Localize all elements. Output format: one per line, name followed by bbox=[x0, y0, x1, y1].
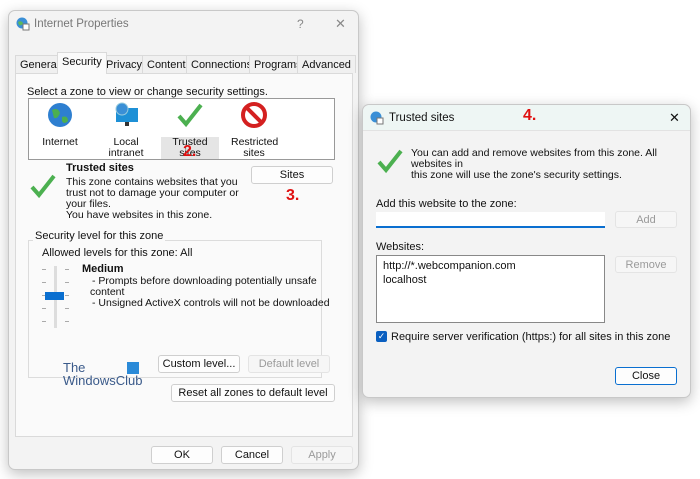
trusted-checkmark-icon bbox=[30, 174, 56, 199]
info-text: You can add and remove websites from thi… bbox=[411, 148, 690, 181]
dialog-title: Internet Properties bbox=[34, 18, 129, 30]
watermark-logo: The WindowsClub bbox=[63, 361, 142, 387]
websites-list[interactable]: http://*.webcompanion.com localhost bbox=[376, 255, 605, 323]
custom-level-button[interactable]: Custom level... bbox=[158, 355, 240, 373]
select-zone-label: Select a zone to view or change security… bbox=[27, 86, 268, 98]
cancel-button[interactable]: Cancel bbox=[221, 446, 283, 464]
remove-button[interactable]: Remove bbox=[615, 256, 677, 273]
level-desc-line: - Unsigned ActiveX controls will not be … bbox=[92, 297, 330, 309]
desc-line: You have websites in this zone. bbox=[66, 209, 213, 221]
tab-advanced[interactable]: Advanced bbox=[297, 55, 356, 73]
sites-button[interactable]: Sites bbox=[251, 166, 333, 184]
restricted-icon bbox=[241, 102, 267, 128]
slider-thumb[interactable] bbox=[45, 292, 64, 300]
annotation-3: 3. bbox=[286, 187, 300, 204]
info-line: You can add and remove websites from thi… bbox=[411, 147, 657, 170]
tab-connections[interactable]: Connections bbox=[186, 55, 258, 73]
security-level-group-label: Security level for this zone bbox=[33, 230, 166, 242]
zone-description: This zone contains websites that you tru… bbox=[66, 177, 239, 221]
dialog-title: Trusted sites bbox=[389, 112, 455, 124]
zone-restricted-sites[interactable]: Restricted sites bbox=[231, 101, 279, 159]
zone-label: Internet bbox=[42, 136, 78, 148]
reset-all-zones-button[interactable]: Reset all zones to default level bbox=[171, 384, 335, 402]
tab-security[interactable]: Security bbox=[57, 52, 107, 74]
zone-internet[interactable]: Internet bbox=[37, 101, 83, 148]
apply-button[interactable]: Apply bbox=[291, 446, 353, 464]
security-level-slider[interactable] bbox=[41, 266, 71, 328]
zone-label: Restricted sites bbox=[231, 136, 279, 159]
close-button[interactable]: ✕ bbox=[669, 110, 680, 126]
add-website-input[interactable] bbox=[376, 212, 605, 228]
require-https-label[interactable]: Require server verification (https:) for… bbox=[391, 331, 670, 343]
annotation-2: 2. bbox=[183, 143, 197, 160]
close-button[interactable]: ✕ bbox=[335, 16, 346, 32]
tab-privacy[interactable]: Privacy bbox=[101, 55, 148, 73]
annotation-4: 4. bbox=[523, 107, 537, 124]
website-item[interactable]: http://*.webcompanion.com bbox=[383, 259, 598, 273]
intranet-icon bbox=[115, 102, 138, 126]
checkmark-icon bbox=[177, 103, 203, 128]
close-dialog-button[interactable]: Close bbox=[615, 367, 677, 385]
zone-local-intranet[interactable]: Local intranet bbox=[95, 101, 157, 159]
level-name: Medium bbox=[82, 263, 124, 275]
add-website-label: Add this website to the zone: bbox=[376, 198, 517, 210]
default-level-button[interactable]: Default level bbox=[248, 355, 330, 373]
title-bar: Internet Properties ? ✕ bbox=[9, 11, 358, 37]
globe-icon bbox=[48, 103, 72, 127]
level-desc-line: - Prompts before downloading potentially… bbox=[92, 275, 317, 287]
website-item[interactable]: localhost bbox=[383, 273, 598, 287]
allowed-levels-label: Allowed levels for this zone: All bbox=[42, 247, 193, 259]
websites-label: Websites: bbox=[376, 241, 425, 253]
add-button[interactable]: Add bbox=[615, 211, 677, 228]
level-description: - Prompts before downloading potentially… bbox=[90, 275, 330, 309]
checkmark-icon bbox=[377, 149, 403, 174]
info-line: this zone will use the zone's security s… bbox=[411, 169, 622, 181]
ok-button[interactable]: OK bbox=[151, 446, 213, 464]
help-button[interactable]: ? bbox=[297, 17, 304, 31]
tab-content[interactable]: Content bbox=[142, 55, 191, 73]
internet-properties-dialog: Internet Properties ? ✕ General Security… bbox=[8, 10, 359, 470]
internet-properties-icon bbox=[16, 17, 30, 31]
zone-heading: Trusted sites bbox=[66, 162, 134, 174]
trusted-sites-icon bbox=[370, 111, 384, 125]
windows-logo-icon bbox=[127, 362, 139, 374]
trusted-sites-dialog: Trusted sites ✕ You can add and remove w… bbox=[362, 104, 691, 398]
require-https-checkbox[interactable]: ✓ bbox=[376, 331, 387, 342]
watermark-line: WindowsClub bbox=[63, 373, 143, 388]
zone-label: Local intranet bbox=[108, 136, 144, 159]
